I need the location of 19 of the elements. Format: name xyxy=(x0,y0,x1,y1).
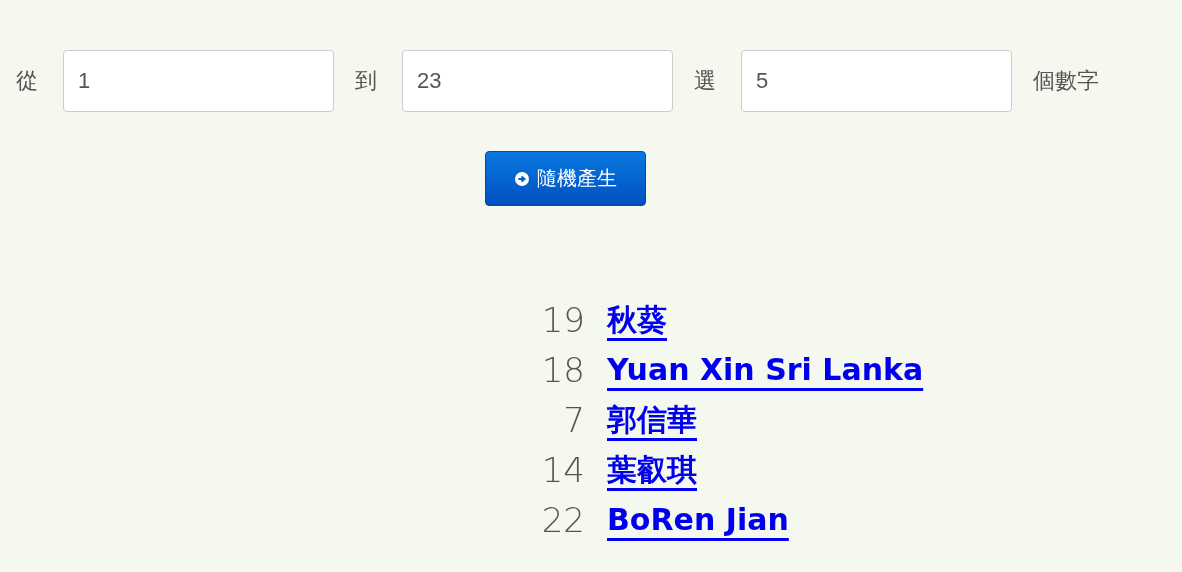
to-label: 到 xyxy=(355,67,378,95)
result-name-link[interactable]: 秋葵 xyxy=(607,298,667,342)
from-field[interactable]: 1 xyxy=(63,50,334,112)
result-name-link[interactable]: 葉叡琪 xyxy=(607,448,697,492)
arrow-circle-icon xyxy=(514,171,529,186)
pick-label: 選 xyxy=(694,67,717,95)
result-name-link[interactable]: 郭信華 xyxy=(607,398,697,442)
result-name-link[interactable]: BoRen Jian xyxy=(607,498,789,542)
count-field[interactable]: 5 xyxy=(741,50,1012,112)
result-number: 14 xyxy=(540,449,585,492)
result-number: 18 xyxy=(540,349,585,392)
result-number: 22 xyxy=(540,499,585,542)
result-number: 7 xyxy=(562,399,585,442)
result-number: 19 xyxy=(540,299,585,342)
result-name-link[interactable]: Yuan Xin Sri Lanka xyxy=(607,348,924,392)
to-field[interactable]: 23 xyxy=(402,50,673,112)
from-label: 從 xyxy=(16,67,39,95)
generate-button[interactable]: 隨機產生 xyxy=(485,151,646,206)
suffix-label: 個數字 xyxy=(1033,67,1099,95)
